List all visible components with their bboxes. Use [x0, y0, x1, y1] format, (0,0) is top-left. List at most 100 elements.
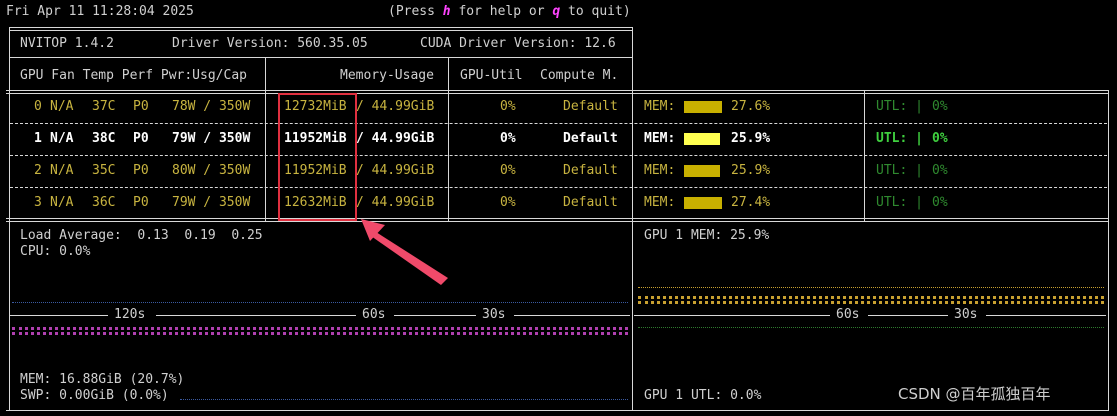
gpu-utl-percent: 0% [932, 163, 948, 178]
gpu-mem-percent: 27.4% [731, 195, 771, 210]
gpu-mem-bar [684, 165, 720, 177]
help-text-2: for help or [450, 4, 553, 19]
bottom-border [6, 410, 1109, 411]
help-key: h [442, 4, 451, 19]
gpu-tick-60s: 60s [836, 307, 860, 322]
gpu-perf: P0 [133, 163, 149, 178]
gpu-mem-total: / 44.99GiB [356, 195, 435, 210]
help-text-1: (Press [388, 4, 443, 19]
gpu-power: 80W / 350W [172, 163, 251, 178]
gpu-compute-mode: Default [563, 195, 618, 210]
gpu-index: 3 [34, 195, 42, 210]
timeline-seg-3 [394, 315, 476, 316]
gpu-power: 79W / 350W [172, 131, 251, 146]
gpu-temp: 35C [92, 163, 116, 178]
gpu-power: 78W / 350W [172, 99, 251, 114]
gpu-utl-label: UTL: | [876, 131, 923, 146]
arrow-annotation [361, 219, 448, 285]
tick-120s: 120s [114, 307, 146, 322]
gpu-temp: 38C [92, 131, 116, 146]
rows-left-border [9, 90, 10, 221]
gpu-utl-label: UTL: | [876, 195, 923, 210]
gpu-util: 0% [500, 163, 516, 178]
load-label: Load Average: [20, 228, 122, 243]
gpu-mem-label: MEM: [644, 99, 676, 114]
gpu-timeline-seg-2 [868, 315, 948, 316]
gpu-utl-percent: 0% [932, 131, 948, 146]
gpu-utl-percent: 0% [932, 99, 948, 114]
rows-sep-4 [864, 90, 865, 221]
gpu-mem-total: / 44.99GiB [356, 131, 435, 146]
timeline-seg-2 [156, 315, 356, 316]
gpu-utl-percent: 0% [932, 195, 948, 210]
timeline-seg-1 [10, 315, 108, 316]
host-mem: MEM: 16.88GiB (20.7%) [20, 372, 185, 387]
gpu-utl-label: UTL: | [876, 163, 923, 178]
col-header-memory: Memory-Usage [340, 68, 434, 83]
rows-sep-1 [265, 90, 266, 221]
cuda-version: CUDA Driver Version: 12.6 [420, 36, 616, 51]
gpu-mem-percent: 27.6% [731, 99, 771, 114]
cpu-usage: CPU: 0.0% [20, 244, 91, 259]
swp-history-line [180, 399, 628, 400]
gpu-compute-mode: Default [563, 163, 618, 178]
col-header-left: GPU Fan Temp Perf Pwr:Usg/Cap [20, 68, 247, 83]
gpu-tick-30s: 30s [954, 307, 978, 322]
table-top-border [9, 27, 632, 28]
gpu-perf: P0 [133, 195, 149, 210]
gpu-mem-total: / 44.99GiB [356, 163, 435, 178]
gpu-util: 0% [500, 131, 516, 146]
rows-bottom-border [6, 218, 1109, 219]
gpu-mem-history-top [638, 287, 1104, 288]
app-version: NVITOP 1.4.2 [20, 36, 114, 51]
cpu-history-line [12, 302, 628, 303]
col-header-compute: Compute M. [540, 68, 619, 83]
gpu-utl-history [638, 327, 1104, 328]
tick-30s: 30s [482, 307, 506, 322]
gpu-mem-bar [684, 133, 720, 145]
info-divider [9, 57, 632, 58]
load-values: 0.13 0.19 0.25 [137, 228, 263, 243]
header-sep-1 [265, 57, 266, 90]
arrow-head [361, 219, 385, 241]
gpu-panel-utl: GPU 1 UTL: 0.0% [644, 388, 762, 403]
gpu-utl-label: UTL: | [876, 99, 923, 114]
gpu-mem-percent: 25.9% [731, 163, 771, 178]
rows-right-border [1108, 90, 1109, 221]
gpu-fan: N/A [50, 163, 74, 178]
row-sep-1 [10, 123, 1107, 124]
gpu-index: 1 [34, 131, 42, 146]
gpu-temp: 37C [92, 99, 116, 114]
gpu-mem-bar [684, 101, 722, 113]
datetime: Fri Apr 11 11:28:04 2025 [6, 4, 194, 19]
gpu-mem-label: MEM: [644, 195, 676, 210]
bottom-right-border [1108, 221, 1109, 411]
arrow-shaft [371, 232, 448, 285]
bottom-left-border [9, 221, 10, 411]
gpu-perf: P0 [133, 99, 149, 114]
tick-60s: 60s [362, 307, 386, 322]
table-left-border [9, 27, 10, 90]
rows-bottom-border-2 [6, 221, 1109, 222]
gpu-compute-mode: Default [563, 99, 618, 114]
gpu-panel-mem: GPU 1 MEM: 25.9% [644, 228, 770, 243]
mem-history-bar [12, 327, 628, 330]
header-sep-2 [448, 57, 449, 90]
gpu-fan: N/A [50, 195, 74, 210]
gpu-util: 0% [500, 99, 516, 114]
gpu-mem-label: MEM: [644, 131, 676, 146]
rows-top-border [6, 90, 1109, 91]
gpu-power: 79W / 350W [172, 195, 251, 210]
help-text-3: to quit) [560, 4, 631, 19]
mem-history-bar-2 [12, 332, 628, 335]
gpu-compute-mode: Default [563, 131, 618, 146]
highlight-box [278, 93, 357, 221]
gpu-fan: N/A [50, 131, 74, 146]
gpu-mem-history-2 [638, 301, 1104, 304]
gpu-mem-label: MEM: [644, 163, 676, 178]
gpu-perf: P0 [133, 131, 149, 146]
rows-sep-3 [632, 90, 633, 221]
gpu-timeline-seg-1 [634, 315, 830, 316]
gpu-fan: N/A [50, 99, 74, 114]
help-hint: (Press h for help or q to quit) [388, 4, 631, 20]
